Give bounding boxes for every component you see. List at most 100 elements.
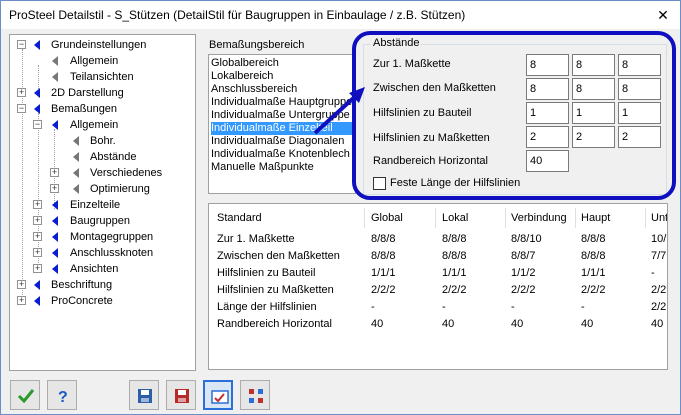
table-header: Unt xyxy=(651,212,668,224)
table-cell: 2/2 xyxy=(651,284,667,296)
tree-item-teilansichten[interactable]: Teilansichten xyxy=(10,69,195,85)
distance-input[interactable] xyxy=(572,54,615,76)
gray-triangle-icon xyxy=(73,136,79,146)
table-header: Verbindung xyxy=(511,212,567,224)
window-title: ProSteel Detailstil - S_Stützen (DetailS… xyxy=(9,8,466,22)
tree-item-2d-darstellung[interactable]: + 2D Darstellung xyxy=(10,85,195,101)
tree-item-label: Bohr. xyxy=(90,135,116,147)
distances-group-title: Abstände xyxy=(371,37,422,49)
tree-item-label: 2D Darstellung xyxy=(51,87,124,99)
tree-item-bemassungen-allgemein[interactable]: − Allgemein xyxy=(10,117,195,133)
style-settings-icon xyxy=(211,390,229,404)
table-cell: 1/1/1 xyxy=(581,267,606,279)
help-question-icon: ? xyxy=(58,389,68,405)
distance-input[interactable] xyxy=(572,102,615,124)
fixed-length-label: Feste Länge der Hilfslinien xyxy=(390,177,521,189)
tree-item-proconcrete[interactable]: + ProConcrete xyxy=(10,293,195,309)
expand-icon[interactable]: + xyxy=(33,264,42,273)
fixed-length-checkbox[interactable] xyxy=(373,177,386,190)
table-cell: 8/8/8 xyxy=(581,250,606,262)
tree-item-verschiedenes[interactable]: + Verschiedenes xyxy=(10,165,195,181)
tree-item-label: Baugruppen xyxy=(70,215,130,227)
tree-item-allgemein[interactable]: Allgemein xyxy=(10,53,195,69)
tree-item-baugruppen[interactable]: + Baugruppen xyxy=(10,213,195,229)
help-button[interactable]: ? xyxy=(47,380,77,410)
save-as-button[interactable] xyxy=(166,380,196,410)
table-cell: Hilfslinien zu Bauteil xyxy=(217,267,316,279)
collapse-icon[interactable]: − xyxy=(17,40,26,49)
tree-item-einzelteile[interactable]: + Einzelteile xyxy=(10,197,195,213)
tree-item-label: Allgemein xyxy=(70,119,119,131)
expand-icon[interactable]: + xyxy=(50,184,59,193)
distance-row-label: Randbereich Horizontal xyxy=(373,155,488,167)
area-list-item[interactable]: Individualmaße Knotenblech xyxy=(211,148,350,161)
tree-item-label: Verschiedenes xyxy=(90,167,163,179)
table-cell: 8/8/8 xyxy=(442,250,467,262)
distance-input[interactable] xyxy=(618,54,661,76)
table-header: Standard xyxy=(217,212,262,224)
tree-item-bohr[interactable]: Bohr. xyxy=(10,133,195,149)
settings-tree: − Grundeinstellungen Allgemein Teilansic… xyxy=(9,34,196,371)
distance-input[interactable] xyxy=(618,126,661,148)
tree-item-label: ProConcrete xyxy=(51,295,113,307)
tree-item-montagegruppen[interactable]: + Montagegruppen xyxy=(10,229,195,245)
distance-input[interactable] xyxy=(526,126,569,148)
title-bar: ProSteel Detailstil - S_Stützen (DetailS… xyxy=(1,1,680,29)
grid-button[interactable] xyxy=(240,380,270,410)
save-icon xyxy=(138,389,152,403)
tree-item-beschriftung[interactable]: + Beschriftung xyxy=(10,277,195,293)
tree-item-label: Grundeinstellungen xyxy=(51,39,147,51)
blue-triangle-icon xyxy=(52,120,58,130)
expand-icon[interactable]: + xyxy=(50,168,59,177)
table-cell: - xyxy=(371,301,375,313)
expand-icon[interactable]: + xyxy=(17,280,26,289)
blue-triangle-icon xyxy=(52,200,58,210)
tree-item-abstaende[interactable]: Abstände xyxy=(10,149,195,165)
area-list-item[interactable]: Anschlussbereich xyxy=(211,83,297,96)
blue-triangle-icon xyxy=(52,232,58,242)
expand-icon[interactable]: + xyxy=(33,200,42,209)
distance-input[interactable] xyxy=(526,102,569,124)
distance-input[interactable] xyxy=(526,150,569,172)
table-cell: 2/2/2 xyxy=(511,284,536,296)
expand-icon[interactable]: + xyxy=(17,88,26,97)
close-icon[interactable]: ✕ xyxy=(656,8,670,22)
table-header: Haupt xyxy=(581,212,611,224)
table-cell: 8/8/7 xyxy=(511,250,536,262)
area-list-item[interactable]: Lokalbereich xyxy=(211,70,273,83)
tree-item-label: Teilansichten xyxy=(70,71,134,83)
distance-input[interactable] xyxy=(526,54,569,76)
collapse-icon[interactable]: − xyxy=(17,104,26,113)
blue-triangle-icon xyxy=(34,296,40,306)
ok-button[interactable] xyxy=(10,380,40,410)
expand-icon[interactable]: + xyxy=(33,232,42,241)
table-cell: - xyxy=(651,267,655,279)
blue-triangle-icon xyxy=(34,40,40,50)
table-cell: 2/2/2 xyxy=(581,284,606,296)
tree-item-label: Allgemein xyxy=(70,55,119,67)
distance-input[interactable] xyxy=(618,78,661,100)
table-cell: 40 xyxy=(371,318,384,330)
expand-icon[interactable]: + xyxy=(17,296,26,305)
distance-input[interactable] xyxy=(618,102,661,124)
tree-item-bemassungen[interactable]: − Bemaßungen xyxy=(10,101,195,117)
tree-item-anschlussknoten[interactable]: + Anschlussknoten xyxy=(10,245,195,261)
blue-triangle-icon xyxy=(34,104,40,114)
table-cell: 2/2 xyxy=(651,301,667,313)
tree-item-label-selected: Abstände xyxy=(90,149,137,165)
tree-item-ansichten[interactable]: + Ansichten xyxy=(10,261,195,277)
distance-input[interactable] xyxy=(572,126,615,148)
distance-input[interactable] xyxy=(572,78,615,100)
blue-triangle-icon xyxy=(34,88,40,98)
expand-icon[interactable]: + xyxy=(33,216,42,225)
collapse-icon[interactable]: − xyxy=(33,120,42,129)
tree-item-grundeinstellungen[interactable]: − Grundeinstellungen xyxy=(10,37,195,53)
tree-item-optimierung[interactable]: + Optimierung xyxy=(10,181,195,197)
style-settings-button[interactable] xyxy=(203,380,233,410)
table-cell: Zwischen den Maßketten xyxy=(217,250,340,262)
distance-input[interactable] xyxy=(526,78,569,100)
save-button[interactable] xyxy=(129,380,159,410)
area-list-item[interactable]: Globalbereich xyxy=(211,57,279,70)
expand-icon[interactable]: + xyxy=(33,248,42,257)
area-list-item[interactable]: Manuelle Maßpunkte xyxy=(211,161,314,174)
